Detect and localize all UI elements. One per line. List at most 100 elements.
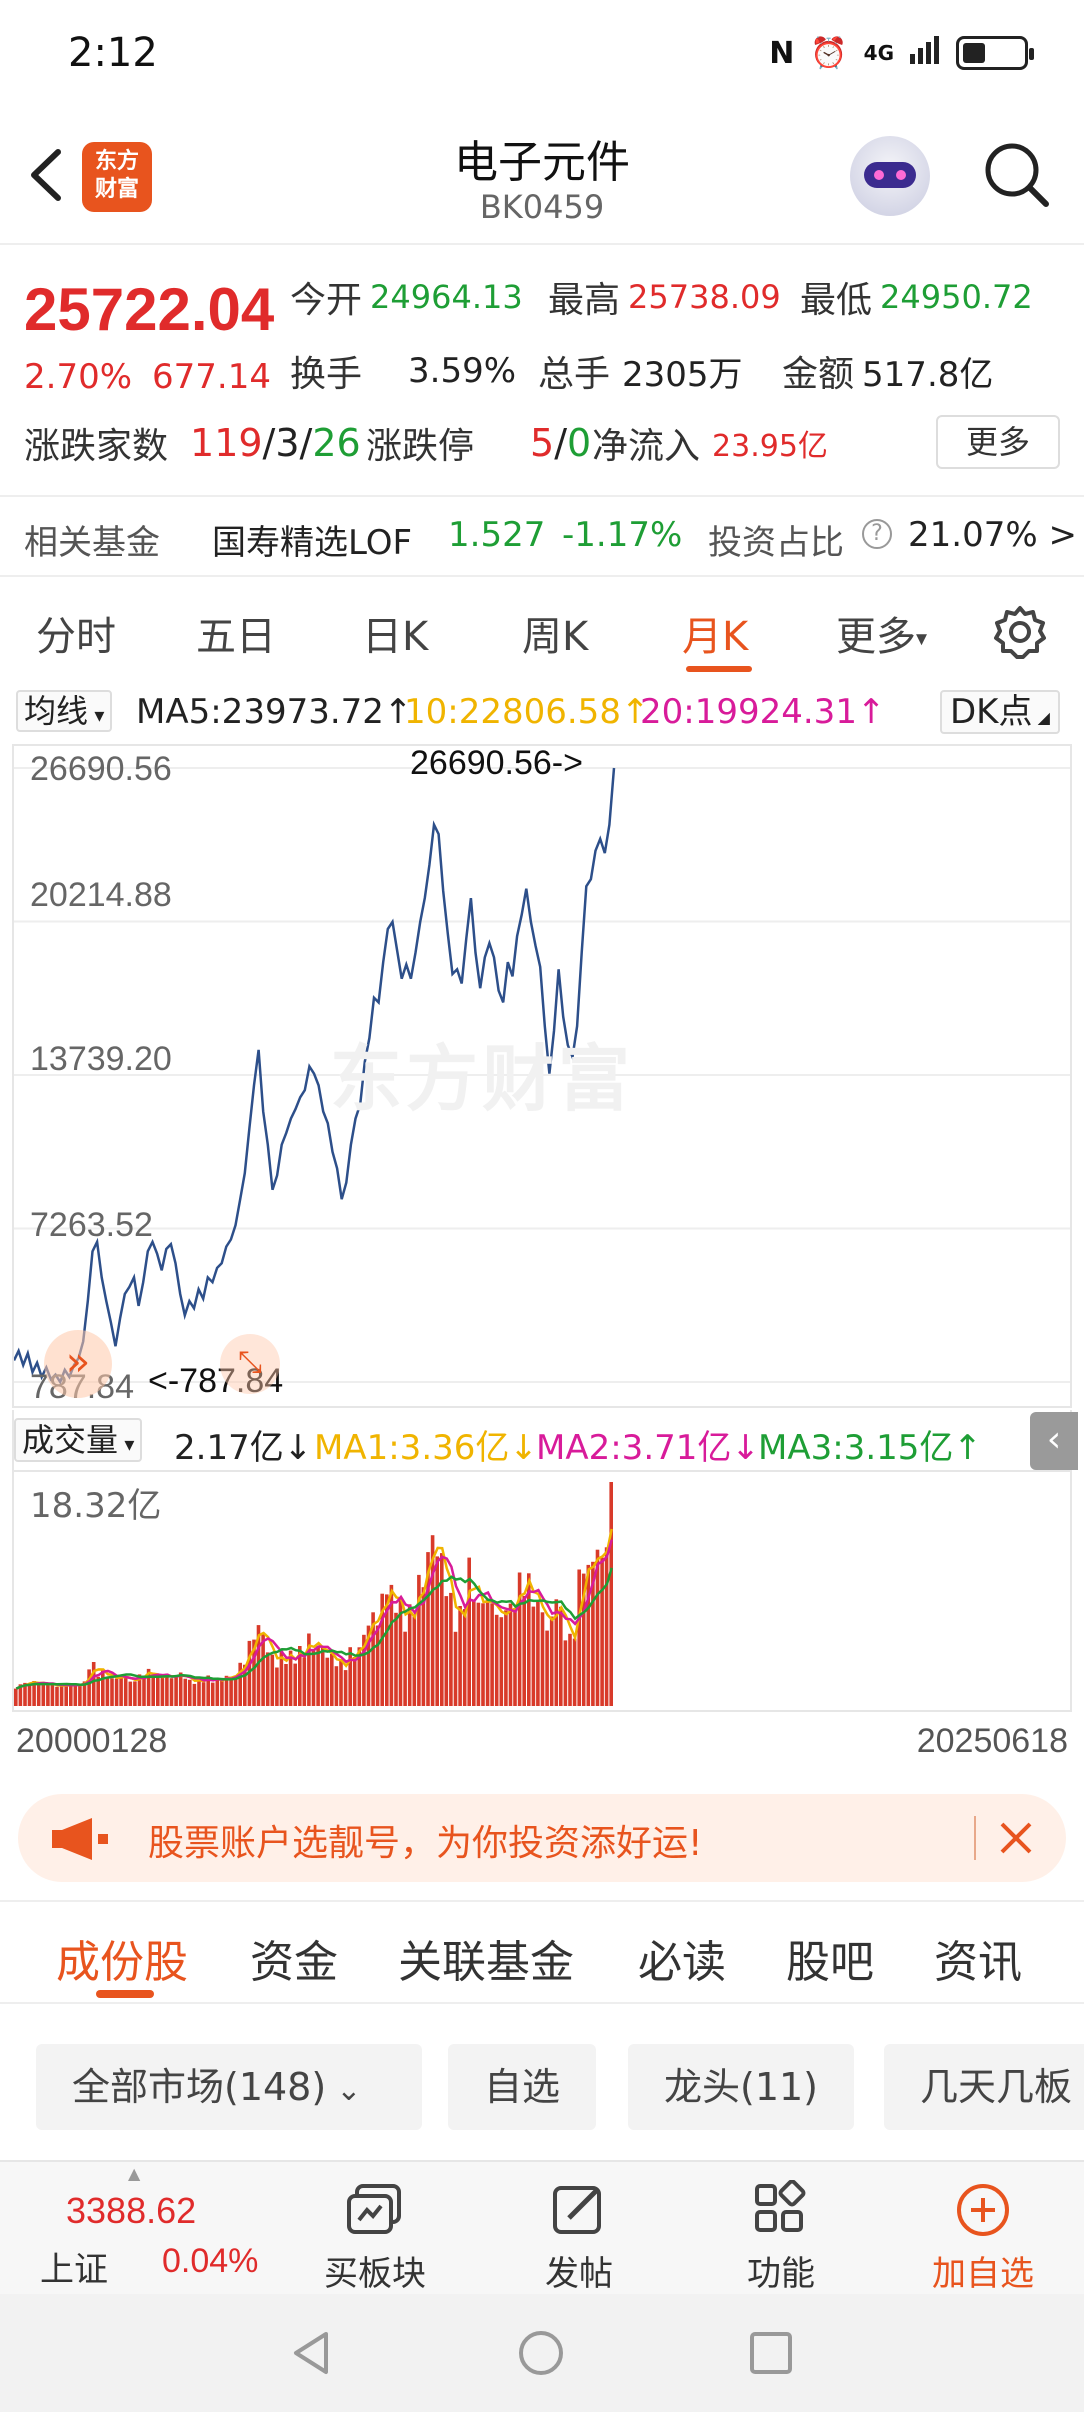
search-button[interactable] [982, 140, 1052, 210]
volume-bar [316, 1646, 320, 1706]
volume-bar [36, 1684, 41, 1706]
volume-bar [55, 1686, 59, 1706]
y-tick-label: 13739.20 [30, 1040, 172, 1078]
functions-label: 功能 [747, 2254, 815, 2294]
network-label: 4G [863, 41, 894, 65]
filter-market-dropdown[interactable]: 全部市场(148) ⌄ [36, 2044, 422, 2130]
inflow-value: 23.95亿 [712, 429, 828, 464]
volume-bar [559, 1606, 563, 1706]
expand-chart-button[interactable]: » [44, 1330, 112, 1398]
volume-bar [41, 1683, 46, 1706]
status-time: 2:12 [68, 30, 158, 76]
index-name[interactable]: 上证 [40, 2242, 108, 2291]
volume-bar [156, 1677, 160, 1706]
limit-down-count: 0 [567, 421, 592, 465]
limit-value: 5/0 [530, 421, 592, 465]
volume-bar [229, 1676, 233, 1706]
volume-bar [174, 1676, 178, 1706]
chart-settings-button[interactable] [990, 602, 1050, 662]
vol-ma3: MA3:3.15亿↑ [758, 1428, 982, 1468]
volume-bar [407, 1604, 412, 1706]
low-value: 24950.72 [880, 278, 1033, 316]
vol-ma2: MA2:3.71亿↓ [536, 1428, 760, 1468]
index-change[interactable]: 0.04% [162, 2242, 258, 2281]
volume-bar [339, 1661, 343, 1706]
fullscreen-button[interactable]: ⤡ [220, 1334, 280, 1394]
tab-more-label: 更多 [836, 614, 916, 660]
post-button[interactable]: 发帖 [504, 2172, 654, 2295]
volume-bar [293, 1663, 297, 1706]
fund-label: 相关基金 [24, 523, 160, 563]
ma-selector[interactable]: 均线 ▾ [16, 690, 113, 732]
volume-bar [270, 1654, 275, 1706]
volume-bar [549, 1616, 554, 1706]
buy-sector-button[interactable]: 买板块 [300, 2172, 450, 2295]
volume-bar [403, 1631, 407, 1706]
tab-intraday[interactable]: 分时 [36, 604, 116, 662]
add-watchlist-button[interactable]: 加自选 [908, 2172, 1058, 2295]
ma-selector-label: 均线 [24, 692, 89, 730]
volume-bar [325, 1657, 330, 1706]
battery-icon [956, 36, 1034, 70]
filter-leaders[interactable]: 龙头(11) [628, 2044, 855, 2130]
chevron-down-icon: ⌄ [336, 2073, 362, 2108]
tab-monthly-k[interactable]: 月K [682, 604, 748, 662]
bottom-toolbar: ▲ 3388.62 上证 0.04% 买板块 发帖 功能 加自选 [0, 2160, 1084, 2294]
low-label: 最低 [800, 280, 873, 321]
tab-related-funds[interactable]: 关联基金 [398, 1926, 574, 1990]
volume-bar [101, 1669, 105, 1706]
volume-bar [348, 1647, 352, 1706]
filter-limit-streak[interactable]: 几天几板 [884, 2044, 1084, 2130]
volume-bar [201, 1682, 206, 1706]
index-value[interactable]: 3388.62 [66, 2190, 196, 2232]
quote-row-volume: 换手 3.59% 总手 2305万 金额 517.8亿 [290, 345, 993, 397]
volume-bar [265, 1652, 270, 1706]
caret-down-icon: ▾ [118, 1432, 135, 1456]
tab-must-read[interactable]: 必读 [638, 1926, 726, 1990]
volume-bar [508, 1603, 513, 1706]
volume-bar [123, 1676, 128, 1706]
filter-watchlist[interactable]: 自选 [448, 2044, 597, 2130]
promo-banner[interactable]: 股票账户选靓号，为你投资添好运! [18, 1794, 1066, 1882]
tab-capital[interactable]: 资金 [250, 1926, 338, 1990]
related-fund-row[interactable]: 相关基金 国寿精选LOF 1.527 -1.17% 投资占比 ? 21.07% … [0, 495, 1084, 577]
collapse-panel-button[interactable]: ‹ [1030, 1412, 1078, 1470]
volume-bar [462, 1609, 467, 1706]
nav-back-icon[interactable] [286, 2328, 336, 2378]
volume-value: 2305万 [622, 354, 743, 395]
buy-sector-label: 买板块 [324, 2254, 426, 2294]
tab-five-day[interactable]: 五日 [196, 604, 276, 662]
volume-bar [485, 1598, 490, 1706]
tab-weekly-k[interactable]: 周K [522, 604, 588, 662]
dk-point-button[interactable]: DK点 ◢ [940, 690, 1060, 734]
volume-bar [517, 1572, 522, 1706]
volume-bar [417, 1574, 421, 1706]
vol-ma1: MA1:3.36亿↓ [314, 1428, 538, 1468]
content-tabs: 成份股 资金 关联基金 必读 股吧 资讯 [0, 1900, 1084, 2004]
tab-daily-k[interactable]: 日K [362, 604, 428, 662]
y-tick-label: 26690.56 [30, 750, 172, 788]
volume-bar [375, 1625, 380, 1706]
volume-chart[interactable]: 18.32亿 [12, 1470, 1072, 1712]
help-icon[interactable]: ? [862, 519, 892, 549]
volume-selector[interactable]: 成交量 ▾ [14, 1418, 143, 1462]
tab-more[interactable]: 更多▾ [836, 604, 927, 662]
functions-button[interactable]: 功能 [706, 2172, 856, 2295]
add-circle-icon [957, 2184, 1009, 2236]
active-tab-indicator [686, 666, 752, 672]
filter-market-label: 全部市场(148) [72, 2065, 327, 2109]
more-button[interactable]: 更多 [936, 415, 1060, 469]
volume-bar [568, 1633, 572, 1706]
tab-news[interactable]: 资讯 [934, 1926, 1022, 1990]
tab-forum[interactable]: 股吧 [786, 1926, 874, 1990]
volume-bar [261, 1634, 265, 1706]
assistant-robot-icon[interactable] [850, 136, 930, 216]
volume-bar [444, 1596, 449, 1706]
volume-current: 2.17亿↓ [174, 1428, 313, 1468]
nav-home-icon[interactable] [516, 2328, 566, 2378]
nav-recents-icon[interactable] [746, 2328, 796, 2378]
nfc-icon: N [769, 35, 795, 71]
banner-close-button[interactable] [988, 1810, 1044, 1866]
high-value: 25738.09 [628, 278, 781, 316]
tab-constituents[interactable]: 成份股 [56, 1926, 188, 1990]
